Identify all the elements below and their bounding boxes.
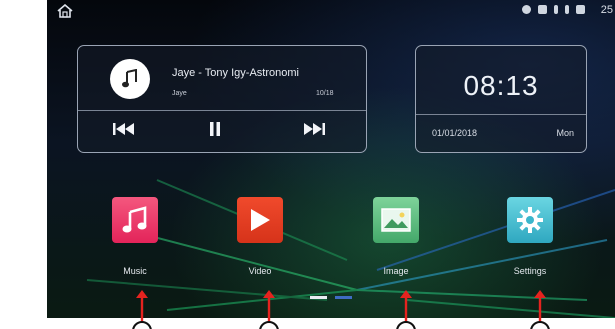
divider (416, 114, 586, 115)
clock-time: 08:13 (463, 70, 539, 101)
app-label: Settings (513, 266, 547, 276)
pause-button[interactable] (209, 120, 221, 138)
next-track-button[interactable] (303, 120, 325, 138)
pause-icon (210, 122, 220, 136)
gps-icon (522, 5, 531, 14)
annotation-arrow-icon (396, 290, 416, 329)
usb-icon (554, 5, 558, 14)
sd-card-icon (538, 5, 547, 14)
gear-icon (517, 207, 543, 233)
image-app-tile[interactable] (373, 197, 419, 243)
app-label: Image (383, 266, 409, 276)
head-unit-screen: 25 Jaye - Tony Igy-Astronomi Jaye 10/18 (47, 0, 615, 318)
home-icon[interactable] (57, 4, 73, 18)
picture-icon (381, 208, 411, 232)
video-app-tile[interactable] (237, 197, 283, 243)
page-dot-active[interactable] (310, 296, 327, 299)
clock-date: 01/01/2018 (432, 128, 478, 138)
app-label: Video (248, 266, 272, 276)
divider (78, 110, 366, 111)
app-label: Music (123, 266, 147, 276)
annotation-arrow-icon (530, 290, 550, 329)
page-dot[interactable] (335, 296, 352, 299)
clock-day: Mon (556, 128, 574, 138)
status-bar: 25 (47, 0, 615, 22)
music-app-tile[interactable] (112, 197, 158, 243)
settings-app-tile[interactable] (507, 197, 553, 243)
volume-icon (576, 5, 585, 14)
status-icons (522, 5, 585, 14)
skip-next-icon (304, 123, 325, 135)
skip-previous-icon (113, 123, 134, 135)
play-icon (251, 209, 270, 231)
annotation-arrow-icon (132, 290, 152, 329)
music-widget[interactable]: Jaye - Tony Igy-Astronomi Jaye 10/18 (77, 45, 367, 153)
bluetooth-icon (565, 5, 569, 14)
track-counter: 10/18 (316, 90, 334, 97)
app-settings[interactable]: Settings (497, 197, 563, 276)
page-indicator (310, 296, 352, 299)
app-music[interactable]: Music (102, 197, 168, 276)
app-video[interactable]: Video (227, 197, 293, 276)
status-volume-level: 25 (600, 4, 613, 16)
annotation-arrow-icon (259, 290, 279, 329)
previous-track-button[interactable] (113, 120, 135, 138)
song-title: Jaye - Tony Igy-Astronomi (172, 67, 299, 79)
app-image[interactable]: Image (363, 197, 429, 276)
album-art[interactable] (110, 59, 150, 99)
clock-widget[interactable]: 08:13 01/01/2018 Mon (415, 45, 587, 153)
music-note-icon (122, 69, 137, 88)
music-note-icon (122, 206, 147, 233)
artist-name: Jaye (172, 90, 187, 97)
